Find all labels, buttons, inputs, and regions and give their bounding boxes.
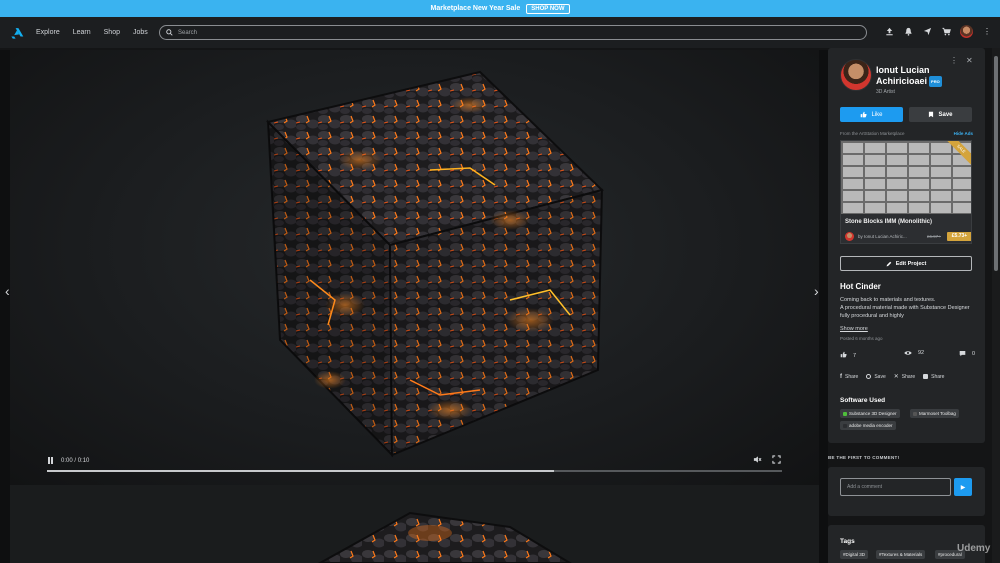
- close-icon[interactable]: ✕: [966, 56, 973, 65]
- nav-icons: ⋮: [884, 25, 992, 38]
- tag-digital-3d[interactable]: #Digital 3D: [840, 550, 869, 559]
- artist-role: 3D Artist: [876, 89, 895, 95]
- artist-name[interactable]: Ionut Lucian Achiricioaei PRO: [876, 65, 956, 88]
- ad-author: by Ionut Lucian Achiric...: [858, 234, 907, 239]
- share-row: f Share Save ✕ Share Share: [840, 373, 944, 381]
- mute-icon[interactable]: [753, 455, 762, 466]
- nav-explore[interactable]: Explore: [36, 29, 60, 36]
- marketplace-ad-card[interactable]: SALE Stone Blocks IMM (Monolithic) by Io…: [840, 140, 972, 244]
- time-display: 0:00 / 0:10: [48, 457, 89, 464]
- substance-designer-icon: [843, 411, 847, 416]
- software-chip-substance[interactable]: Substance 3D Designer: [840, 409, 900, 418]
- software-chip-marmoset[interactable]: Marmoset Toolbag: [910, 409, 959, 418]
- nav-shop[interactable]: Shop: [104, 29, 120, 36]
- comments-heading: BE THE FIRST TO COMMENT!: [828, 455, 900, 460]
- hide-ads-link[interactable]: Hide Ads: [954, 131, 973, 136]
- current-time: 0:00: [61, 457, 73, 464]
- video-player[interactable]: 0:00 / 0:10: [10, 50, 819, 485]
- bell-icon[interactable]: [903, 27, 913, 37]
- ad-author-avatar: [845, 232, 854, 241]
- nav-learn[interactable]: Learn: [73, 29, 91, 36]
- more-options-icon[interactable]: ⋮: [950, 56, 958, 65]
- like-button[interactable]: Like: [840, 107, 903, 122]
- comment-card: Add a comment ▶: [828, 467, 985, 516]
- show-more-link[interactable]: Show more: [840, 326, 868, 332]
- promo-banner[interactable]: Marketplace New Year Sale SHOP NOW: [0, 0, 1000, 17]
- upload-icon[interactable]: [884, 27, 894, 37]
- media-right-edge: [819, 50, 828, 563]
- video-progress-fill: [47, 470, 555, 472]
- media-left-edge: [0, 50, 10, 563]
- nav-jobs[interactable]: Jobs: [133, 29, 148, 36]
- video-progress-bar[interactable]: [47, 470, 782, 472]
- edit-project-button[interactable]: Edit Project: [840, 256, 972, 271]
- linkedin-share-button[interactable]: Share: [923, 373, 944, 380]
- send-comment-button[interactable]: ▶: [954, 478, 972, 496]
- pencil-icon: [886, 261, 891, 266]
- pause-icon[interactable]: [48, 457, 53, 464]
- search-input[interactable]: Search: [159, 25, 867, 40]
- hot-cinder-cube-render: [266, 70, 604, 458]
- software-chip-media-encoder[interactable]: adobe media encoder: [840, 421, 896, 430]
- marmoset-icon: [913, 411, 917, 416]
- software-used-title: Software Used: [840, 397, 886, 404]
- shop-now-button[interactable]: SHOP NOW: [526, 3, 570, 14]
- ad-old-price: £6.97+: [927, 234, 941, 239]
- udemy-watermark: Udemy: [957, 543, 991, 554]
- video-controls: 0:00 / 0:10: [10, 455, 819, 485]
- top-nav: Explore Learn Shop Jobs Search ⋮: [0, 17, 1000, 48]
- pinterest-save-button[interactable]: Save: [866, 373, 886, 380]
- project-sidebar: Ionut Lucian Achiricioaei PRO 3D Artist ⋮…: [828, 48, 986, 563]
- ad-product-image: [841, 141, 971, 214]
- page-scrollbar-thumb[interactable]: [994, 56, 998, 271]
- artstation-logo-icon[interactable]: [10, 26, 24, 40]
- ad-price: £5.73+: [947, 232, 971, 241]
- banner-text: Marketplace New Year Sale: [430, 5, 521, 12]
- time-separator: /: [74, 457, 77, 464]
- hot-cinder-cube-render-2: [317, 511, 572, 563]
- duration: 0:10: [77, 457, 90, 464]
- facebook-share-button[interactable]: f Share: [840, 373, 858, 380]
- x-icon: ✕: [893, 374, 899, 380]
- thumbs-up-icon: [840, 351, 847, 358]
- search-icon: [166, 29, 173, 36]
- page: Marketplace New Year Sale SHOP NOW Explo…: [0, 0, 1000, 563]
- more-vertical-icon[interactable]: ⋮: [982, 27, 992, 37]
- facebook-icon: f: [840, 373, 842, 380]
- linkedin-icon: [923, 374, 929, 379]
- comments-stat: 0: [959, 350, 975, 357]
- posted-date: Posted 6 months ago: [840, 336, 883, 341]
- project-info-card: Ionut Lucian Achiricioaei PRO 3D Artist ⋮…: [828, 48, 985, 443]
- video-right-controls: [753, 455, 781, 466]
- send-icon[interactable]: [922, 27, 932, 37]
- artist-avatar[interactable]: [840, 59, 872, 91]
- search-placeholder: Search: [178, 29, 198, 36]
- fullscreen-icon[interactable]: [772, 455, 781, 466]
- pro-badge: PRO: [929, 76, 942, 88]
- comment-input[interactable]: Add a comment: [840, 478, 951, 496]
- ad-label: From the ArtStation Marketplace: [840, 131, 905, 136]
- x-share-button[interactable]: ✕ Share: [893, 373, 915, 381]
- thumbs-up-icon: [861, 111, 868, 118]
- save-button[interactable]: Save: [909, 107, 972, 122]
- ad-title: Stone Blocks IMM (Monolithic): [845, 219, 932, 225]
- user-avatar[interactable]: [960, 25, 973, 38]
- eye-icon: [904, 351, 912, 355]
- next-arrow-icon[interactable]: ›: [814, 283, 819, 299]
- prev-arrow-icon[interactable]: ‹: [5, 283, 10, 299]
- likes-stat: 7: [840, 350, 856, 359]
- views-stat: 92: [904, 350, 924, 356]
- tags-title: Tags: [840, 538, 855, 545]
- tag-textures-materials[interactable]: #Textures & Materials: [876, 550, 926, 559]
- bookmark-icon: [929, 111, 934, 118]
- pinterest-icon: [866, 374, 872, 379]
- send-arrow-icon: ▶: [960, 484, 966, 491]
- second-media-image[interactable]: [10, 485, 819, 563]
- cart-icon[interactable]: [941, 27, 951, 37]
- project-title: Hot Cinder: [840, 282, 881, 291]
- project-description: Coming back to materials and textures. A…: [840, 297, 970, 319]
- media-encoder-icon: [843, 423, 847, 428]
- comment-icon: [959, 351, 966, 357]
